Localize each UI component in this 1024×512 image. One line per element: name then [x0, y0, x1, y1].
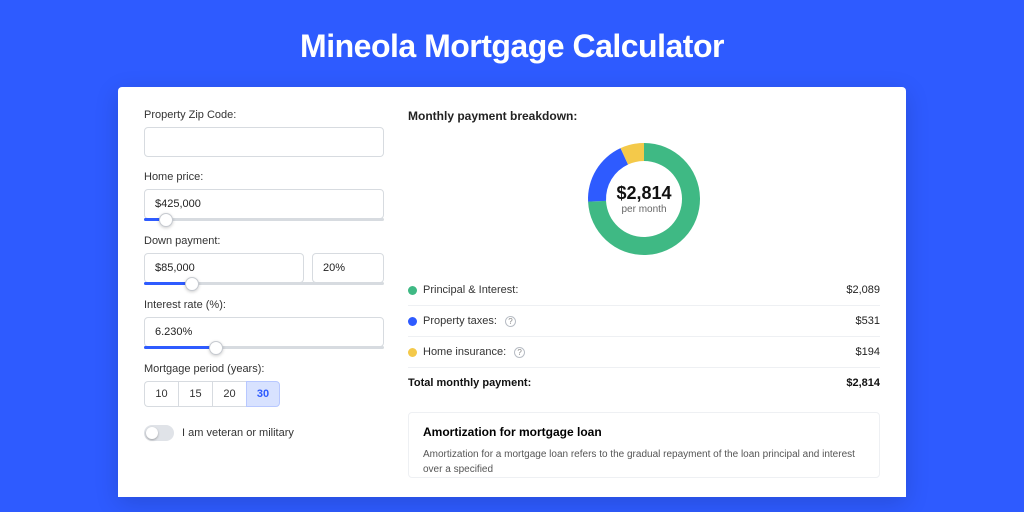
page-title: Mineola Mortgage Calculator — [0, 0, 1024, 87]
legend-list: Principal & Interest: $2,089 Property taxe… — [408, 275, 880, 367]
home-price-input[interactable] — [144, 189, 384, 219]
down-payment-label: Down payment: — [144, 235, 384, 247]
period-label: Mortgage period (years): — [144, 363, 384, 375]
donut-center-amount: $2,814 — [616, 183, 671, 204]
slider-thumb[interactable] — [209, 341, 223, 355]
interest-input[interactable] — [144, 317, 384, 347]
interest-label: Interest rate (%): — [144, 299, 384, 311]
amortization-box: Amortization for mortgage loan Amortizat… — [408, 412, 880, 478]
down-payment-input[interactable] — [144, 253, 304, 283]
donut-center-sub: per month — [621, 204, 666, 215]
veteran-label: I am veteran or military — [182, 427, 294, 439]
legend-row: Property taxes:? $531 — [408, 306, 880, 337]
period-field-group: Mortgage period (years): 10152030 — [144, 363, 384, 407]
legend-value: $194 — [856, 346, 880, 358]
info-icon[interactable]: ? — [514, 347, 525, 358]
zip-field-group: Property Zip Code: — [144, 109, 384, 157]
slider-thumb[interactable] — [159, 213, 173, 227]
veteran-toggle[interactable] — [144, 425, 174, 441]
legend-label: Property taxes: — [423, 315, 497, 327]
down-payment-pct-input[interactable] — [312, 253, 384, 283]
info-icon[interactable]: ? — [505, 316, 516, 327]
veteran-toggle-row: I am veteran or military — [144, 425, 384, 441]
down-payment-field-group: Down payment: — [144, 235, 384, 285]
slider-thumb[interactable] — [185, 277, 199, 291]
amortization-text: Amortization for a mortgage loan refers … — [423, 447, 865, 477]
legend-dot — [408, 317, 417, 326]
calculator-card: Property Zip Code: Home price: Down paym… — [118, 87, 906, 497]
legend-row: Principal & Interest: $2,089 — [408, 275, 880, 306]
interest-slider[interactable] — [144, 346, 384, 349]
period-tabs: 10152030 — [144, 381, 384, 407]
breakdown-title: Monthly payment breakdown: — [408, 109, 880, 123]
zip-input[interactable] — [144, 127, 384, 157]
donut-chart: $2,814per month — [408, 133, 880, 275]
total-value: $2,814 — [846, 377, 880, 389]
interest-field-group: Interest rate (%): — [144, 299, 384, 349]
zip-label: Property Zip Code: — [144, 109, 384, 121]
home-price-slider[interactable] — [144, 218, 384, 221]
home-price-field-group: Home price: — [144, 171, 384, 221]
down-payment-slider[interactable] — [144, 282, 384, 285]
period-tab-10[interactable]: 10 — [144, 381, 178, 407]
period-tab-15[interactable]: 15 — [178, 381, 212, 407]
legend-value: $2,089 — [846, 284, 880, 296]
home-price-label: Home price: — [144, 171, 384, 183]
legend-value: $531 — [856, 315, 880, 327]
breakdown-column: Monthly payment breakdown: $2,814per mon… — [408, 109, 880, 497]
legend-label: Principal & Interest: — [423, 284, 518, 296]
total-label: Total monthly payment: — [408, 377, 531, 389]
amortization-title: Amortization for mortgage loan — [423, 425, 865, 439]
inputs-column: Property Zip Code: Home price: Down paym… — [144, 109, 384, 497]
legend-dot — [408, 348, 417, 357]
legend-dot — [408, 286, 417, 295]
legend-row: Home insurance:? $194 — [408, 337, 880, 367]
legend-label: Home insurance: — [423, 346, 506, 358]
period-tab-20[interactable]: 20 — [212, 381, 246, 407]
period-tab-30[interactable]: 30 — [246, 381, 280, 407]
total-row: Total monthly payment: $2,814 — [408, 367, 880, 398]
